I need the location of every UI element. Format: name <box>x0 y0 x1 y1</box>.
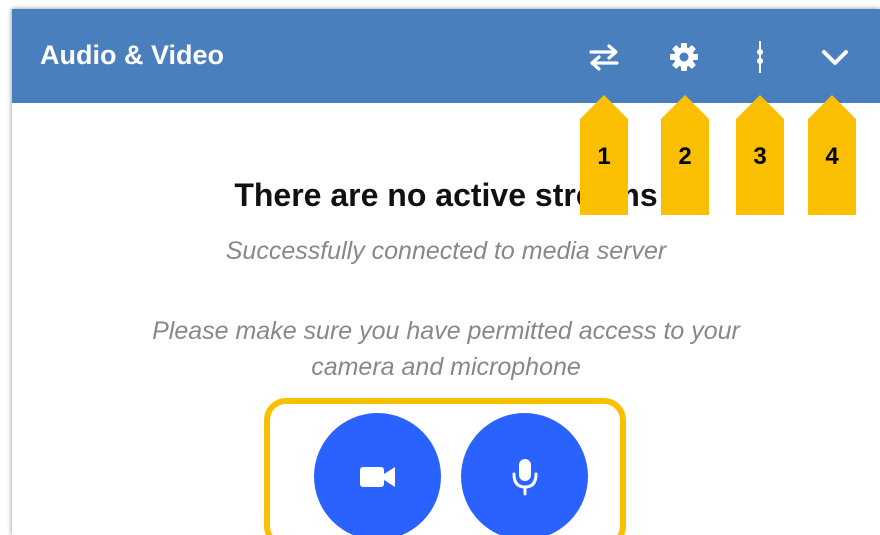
swap-arrows-icon <box>589 44 619 71</box>
settings-button[interactable] <box>662 35 706 79</box>
toggle-microphone-button[interactable] <box>461 413 588 535</box>
callout-marker: 4 <box>808 95 856 215</box>
panel-header: Audio & Video <box>12 9 880 103</box>
switch-layout-button[interactable] <box>582 35 626 79</box>
permission-hint: Please make sure you have permitted acce… <box>52 313 840 385</box>
chevron-down-icon <box>822 50 848 65</box>
connection-status: Successfully connected to media server <box>225 237 667 265</box>
toggle-camera-button[interactable] <box>314 413 441 535</box>
audio-video-panel: Audio & Video There are no active stream… <box>12 9 880 535</box>
microphone-icon <box>512 458 537 495</box>
permission-hint-line: camera and microphone <box>311 353 581 381</box>
callout-number: 4 <box>825 143 839 170</box>
callout-marker: 1 <box>580 95 628 215</box>
callout-number: 2 <box>678 143 692 170</box>
callout-number: 3 <box>753 143 767 170</box>
vertical-dots-icon <box>757 41 763 73</box>
callout-number: 1 <box>597 143 611 170</box>
callout-marker: 2 <box>661 95 709 215</box>
video-camera-icon <box>359 466 395 487</box>
gear-icon <box>670 43 698 71</box>
screen: Audio & Video There are no active stream… <box>0 0 880 535</box>
callout-marker: 3 <box>736 95 784 215</box>
collapse-button[interactable] <box>813 35 857 79</box>
permission-hint-line: Please make sure you have permitted acce… <box>152 317 740 345</box>
panel-title: Audio & Video <box>40 40 225 70</box>
options-menu-button[interactable] <box>738 35 782 79</box>
